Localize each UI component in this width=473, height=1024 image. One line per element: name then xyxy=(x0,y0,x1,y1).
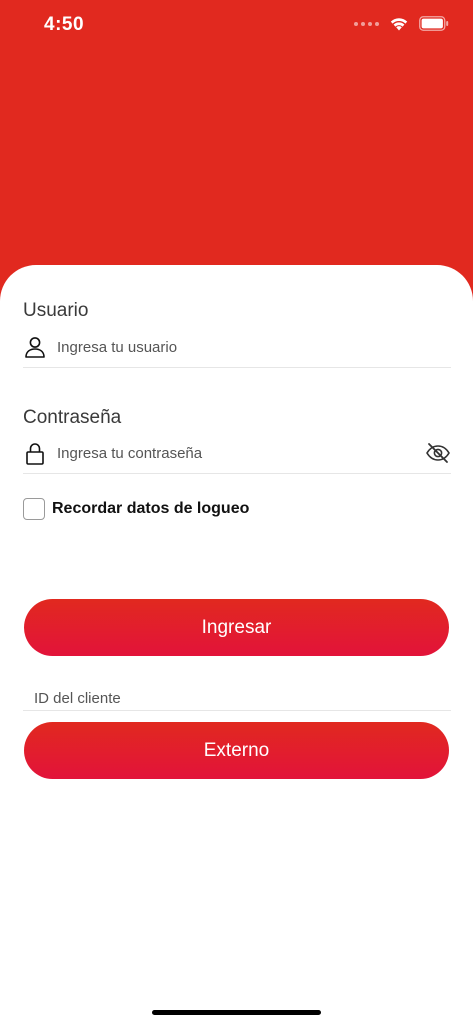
password-label: Contraseña xyxy=(23,407,122,428)
status-bar: 4:50 xyxy=(0,0,473,54)
client-id-field[interactable] xyxy=(23,685,451,711)
remember-checkbox[interactable] xyxy=(23,498,45,520)
login-card: Usuario Contraseña Recordar datos de xyxy=(0,265,473,1024)
remember-login[interactable]: Recordar datos de logueo xyxy=(23,498,249,520)
password-field[interactable] xyxy=(23,437,451,474)
user-input[interactable] xyxy=(57,333,407,361)
battery-icon xyxy=(419,16,449,31)
client-id-input[interactable] xyxy=(34,687,434,709)
status-icons xyxy=(354,16,449,31)
user-icon xyxy=(25,337,45,358)
password-input[interactable] xyxy=(57,439,407,467)
wifi-icon xyxy=(390,18,408,31)
cellular-signal-icon xyxy=(354,21,379,26)
home-indicator xyxy=(152,1010,321,1015)
status-time: 4:50 xyxy=(44,14,85,35)
eye-slash-icon[interactable] xyxy=(425,440,451,466)
external-button[interactable]: Externo xyxy=(24,722,449,779)
user-label: Usuario xyxy=(23,300,89,321)
user-field[interactable] xyxy=(23,331,451,368)
login-button[interactable]: Ingresar xyxy=(24,599,449,656)
lock-icon xyxy=(26,443,44,465)
login-screen: 4:50 Usuario Contra xyxy=(0,0,473,1024)
remember-label: Recordar datos de logueo xyxy=(52,500,250,517)
